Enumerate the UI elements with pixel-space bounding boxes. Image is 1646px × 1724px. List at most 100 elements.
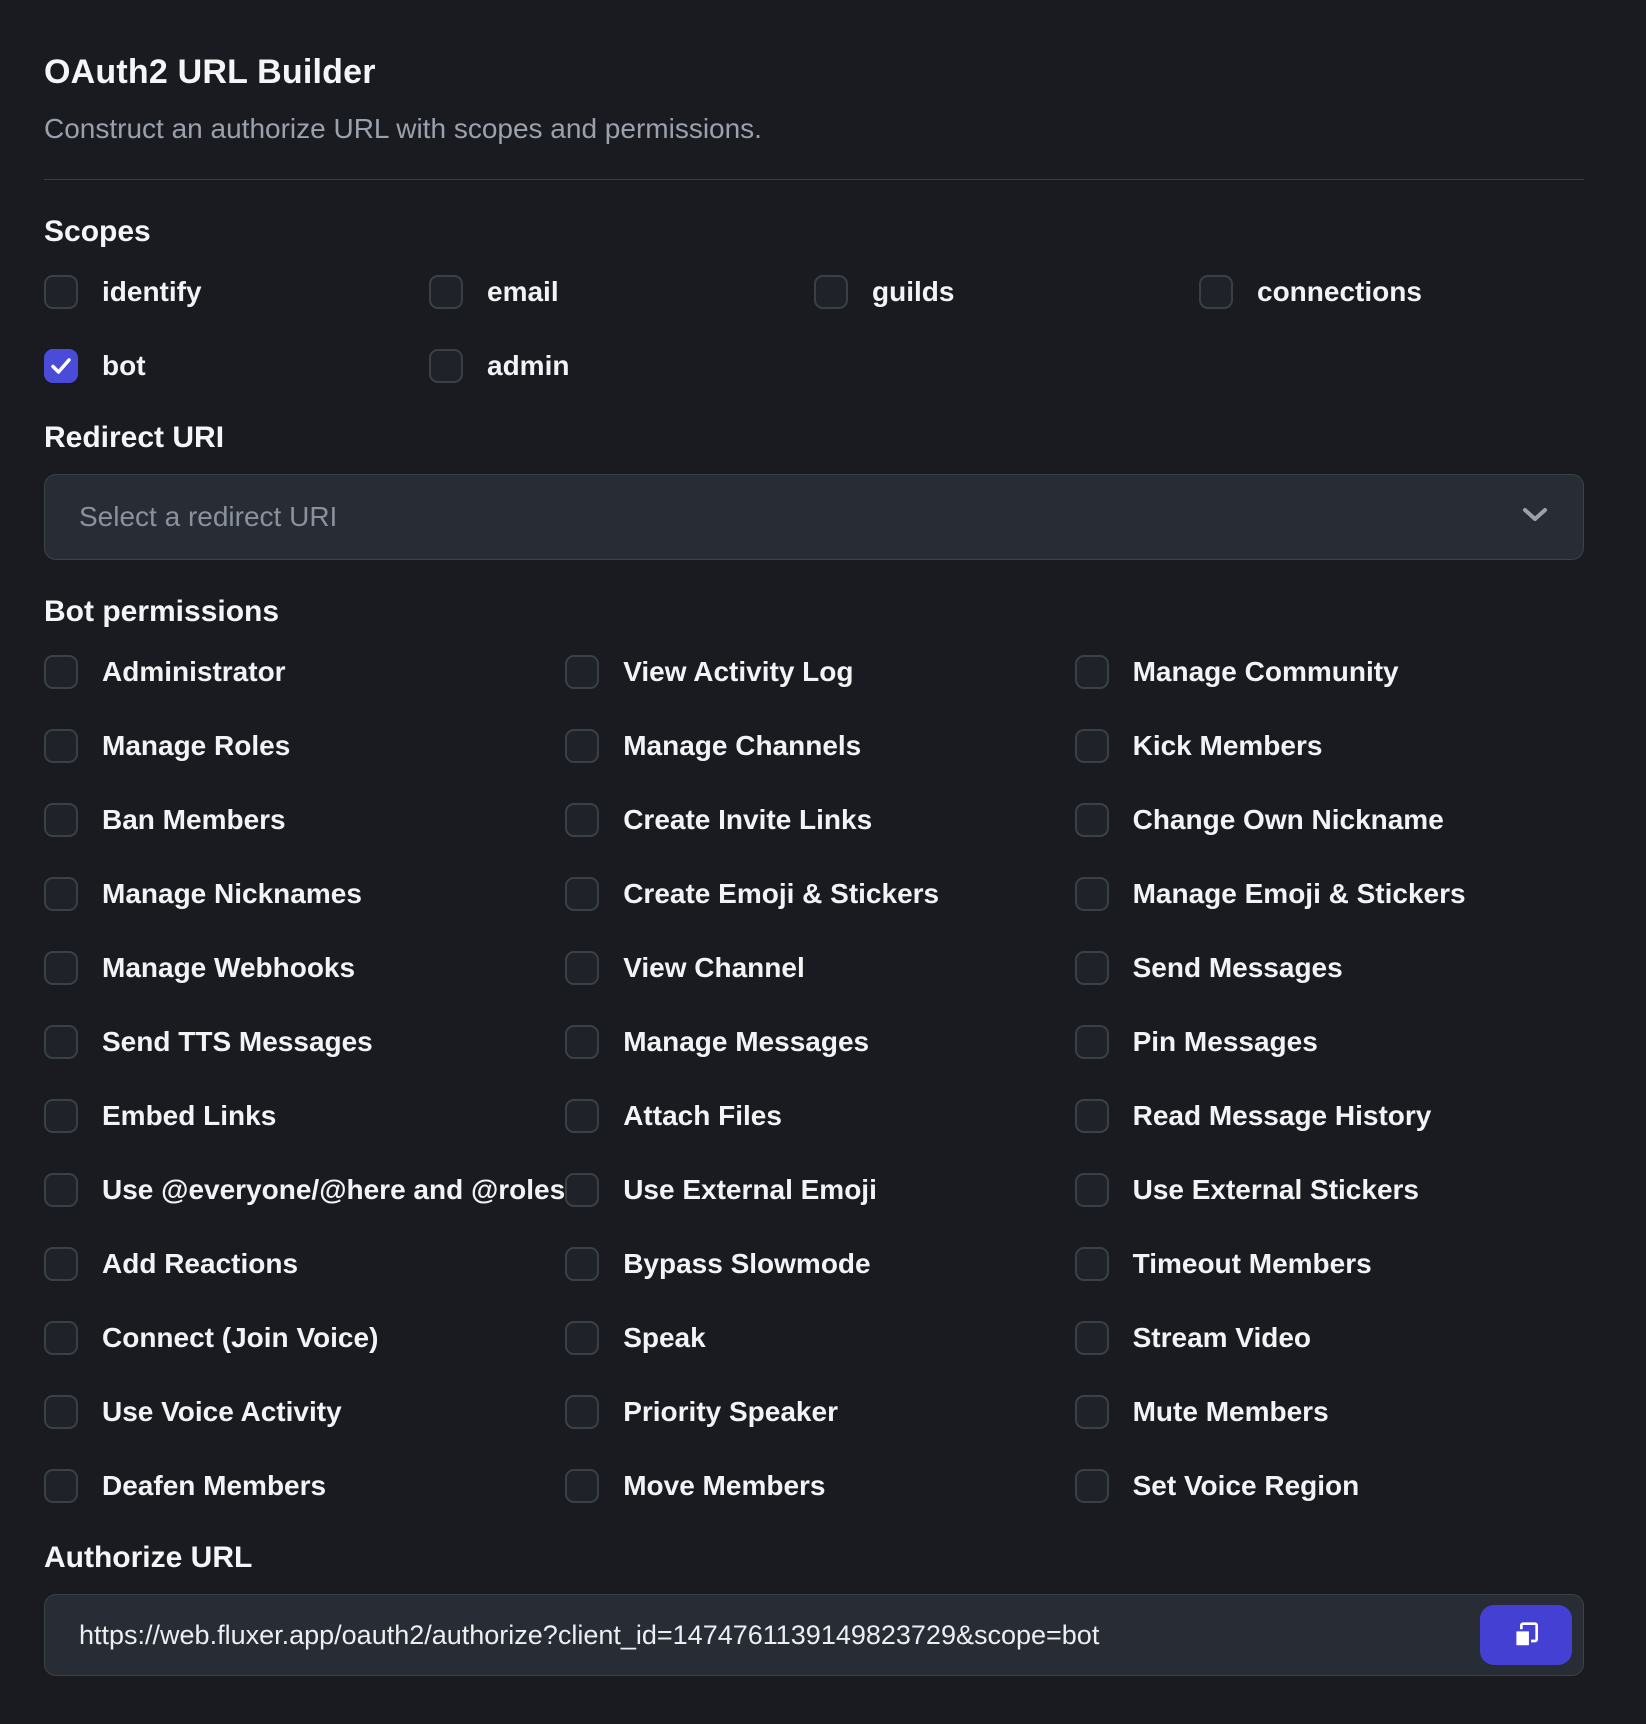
permission-item-attach-files[interactable]: Attach Files: [565, 1096, 1074, 1136]
permission-item-timeout-members[interactable]: Timeout Members: [1075, 1244, 1584, 1284]
permission-item-create-emoji-stickers[interactable]: Create Emoji & Stickers: [565, 874, 1074, 914]
permission-item-priority-speaker[interactable]: Priority Speaker: [565, 1392, 1074, 1432]
permission-label: Manage Emoji & Stickers: [1133, 874, 1466, 914]
permission-item-speak[interactable]: Speak: [565, 1318, 1074, 1358]
permission-item-pin-messages[interactable]: Pin Messages: [1075, 1022, 1584, 1062]
checkbox[interactable]: [44, 877, 78, 911]
checkbox[interactable]: [1075, 1173, 1109, 1207]
permission-label: Manage Messages: [623, 1022, 869, 1062]
scope-item-guilds[interactable]: guilds: [814, 272, 1199, 312]
checkbox[interactable]: [565, 951, 599, 985]
permission-item-administrator[interactable]: Administrator: [44, 652, 565, 692]
checkbox[interactable]: [565, 1321, 599, 1355]
permission-label: Add Reactions: [102, 1244, 298, 1284]
checkbox[interactable]: [565, 1395, 599, 1429]
permission-item-change-own-nickname[interactable]: Change Own Nickname: [1075, 800, 1584, 840]
checkbox[interactable]: [565, 1247, 599, 1281]
checkbox[interactable]: [1075, 803, 1109, 837]
permission-item-set-voice-region[interactable]: Set Voice Region: [1075, 1466, 1584, 1506]
permission-item-send-tts-messages[interactable]: Send TTS Messages: [44, 1022, 565, 1062]
permission-label: Priority Speaker: [623, 1392, 838, 1432]
checkbox[interactable]: [44, 729, 78, 763]
permission-item-use-voice-activity[interactable]: Use Voice Activity: [44, 1392, 565, 1432]
permission-item-embed-links[interactable]: Embed Links: [44, 1096, 565, 1136]
permission-item-use-everyone-here-and-roles[interactable]: Use @everyone/@here and @roles: [44, 1170, 565, 1210]
checkbox-checked[interactable]: [44, 349, 78, 383]
checkbox[interactable]: [44, 1099, 78, 1133]
permission-item-kick-members[interactable]: Kick Members: [1075, 726, 1584, 766]
permission-item-move-members[interactable]: Move Members: [565, 1466, 1074, 1506]
checkbox[interactable]: [44, 1395, 78, 1429]
permission-item-deafen-members[interactable]: Deafen Members: [44, 1466, 565, 1506]
checkbox[interactable]: [1075, 877, 1109, 911]
checkbox[interactable]: [1075, 1321, 1109, 1355]
permission-item-use-external-emoji[interactable]: Use External Emoji: [565, 1170, 1074, 1210]
checkbox[interactable]: [1075, 729, 1109, 763]
checkbox[interactable]: [44, 275, 78, 309]
checkbox[interactable]: [1075, 951, 1109, 985]
scope-item-admin[interactable]: admin: [429, 346, 814, 386]
scope-item-connections[interactable]: connections: [1199, 272, 1584, 312]
scope-label: email: [487, 272, 559, 312]
permission-item-manage-emoji-stickers[interactable]: Manage Emoji & Stickers: [1075, 874, 1584, 914]
permission-item-mute-members[interactable]: Mute Members: [1075, 1392, 1584, 1432]
permission-item-view-channel[interactable]: View Channel: [565, 948, 1074, 988]
checkbox[interactable]: [1075, 655, 1109, 689]
permission-item-add-reactions[interactable]: Add Reactions: [44, 1244, 565, 1284]
checkbox[interactable]: [44, 1469, 78, 1503]
checkbox[interactable]: [1075, 1247, 1109, 1281]
scope-item-email[interactable]: email: [429, 272, 814, 312]
permission-label: Use Voice Activity: [102, 1392, 342, 1432]
permission-item-ban-members[interactable]: Ban Members: [44, 800, 565, 840]
permission-label: Pin Messages: [1133, 1022, 1318, 1062]
checkbox[interactable]: [565, 1469, 599, 1503]
checkbox[interactable]: [44, 803, 78, 837]
checkbox[interactable]: [565, 1025, 599, 1059]
permission-label: Administrator: [102, 652, 286, 692]
permission-item-manage-roles[interactable]: Manage Roles: [44, 726, 565, 766]
checkbox[interactable]: [1075, 1395, 1109, 1429]
permission-item-manage-webhooks[interactable]: Manage Webhooks: [44, 948, 565, 988]
scope-item-identify[interactable]: identify: [44, 272, 429, 312]
checkbox[interactable]: [44, 951, 78, 985]
checkbox[interactable]: [565, 655, 599, 689]
permission-item-manage-nicknames[interactable]: Manage Nicknames: [44, 874, 565, 914]
permission-item-read-message-history[interactable]: Read Message History: [1075, 1096, 1584, 1136]
checkbox[interactable]: [1075, 1099, 1109, 1133]
checkbox[interactable]: [44, 1173, 78, 1207]
permission-item-send-messages[interactable]: Send Messages: [1075, 948, 1584, 988]
checkbox[interactable]: [44, 1025, 78, 1059]
checkbox[interactable]: [44, 1247, 78, 1281]
redirect-uri-placeholder: Select a redirect URI: [79, 501, 1521, 533]
checkbox[interactable]: [44, 655, 78, 689]
checkbox[interactable]: [1199, 275, 1233, 309]
checkbox[interactable]: [429, 349, 463, 383]
permission-item-manage-channels[interactable]: Manage Channels: [565, 726, 1074, 766]
permission-item-manage-community[interactable]: Manage Community: [1075, 652, 1584, 692]
scopes-heading: Scopes: [44, 214, 1584, 250]
permission-label: View Channel: [623, 948, 805, 988]
permission-item-create-invite-links[interactable]: Create Invite Links: [565, 800, 1074, 840]
checkbox[interactable]: [565, 877, 599, 911]
permission-item-manage-messages[interactable]: Manage Messages: [565, 1022, 1074, 1062]
checkbox[interactable]: [565, 803, 599, 837]
copy-url-button[interactable]: [1480, 1605, 1572, 1665]
redirect-uri-select[interactable]: Select a redirect URI: [44, 474, 1584, 560]
checkbox[interactable]: [814, 275, 848, 309]
checkbox[interactable]: [44, 1321, 78, 1355]
permission-label: Create Invite Links: [623, 800, 872, 840]
checkbox[interactable]: [565, 1099, 599, 1133]
permission-item-view-activity-log[interactable]: View Activity Log: [565, 652, 1074, 692]
permission-item-connect-join-voice[interactable]: Connect (Join Voice): [44, 1318, 565, 1358]
checkbox[interactable]: [1075, 1025, 1109, 1059]
checkbox[interactable]: [565, 1173, 599, 1207]
checkbox[interactable]: [565, 729, 599, 763]
scope-item-bot[interactable]: bot: [44, 346, 429, 386]
permission-item-stream-video[interactable]: Stream Video: [1075, 1318, 1584, 1358]
permission-item-use-external-stickers[interactable]: Use External Stickers: [1075, 1170, 1584, 1210]
checkbox[interactable]: [1075, 1469, 1109, 1503]
permission-label: Use External Stickers: [1133, 1170, 1419, 1210]
permission-item-bypass-slowmode[interactable]: Bypass Slowmode: [565, 1244, 1074, 1284]
checkbox[interactable]: [429, 275, 463, 309]
check-icon: [50, 357, 72, 375]
